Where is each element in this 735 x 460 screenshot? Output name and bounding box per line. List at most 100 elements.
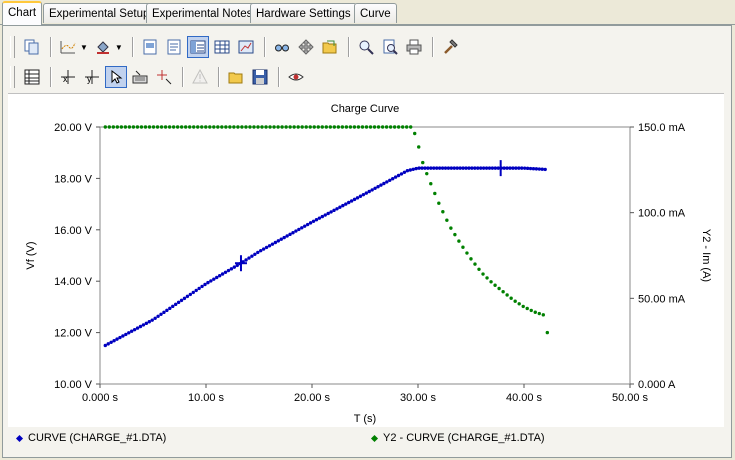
series1-point (144, 321, 149, 326)
save-icon[interactable] (249, 66, 271, 88)
table-icon[interactable] (21, 66, 43, 88)
warning-icon[interactable] (189, 66, 211, 88)
series1-point (118, 335, 122, 340)
data-table-icon[interactable] (186, 36, 209, 58)
series1-point (212, 277, 216, 281)
series2-point (204, 125, 208, 129)
series1-point (121, 334, 125, 338)
y2-tick-label: 150.0 mA (638, 122, 686, 134)
chart-svg[interactable]: Charge Curve 10.00 V 12.00 V 14.00 V 16.00 V… (8, 94, 724, 427)
series1-point (168, 306, 172, 311)
series1-point (182, 296, 187, 301)
series1-point (417, 166, 421, 170)
series1-point (423, 166, 427, 170)
tab-curve[interactable]: Curve (354, 3, 397, 23)
cursor-x-icon[interactable]: x (57, 66, 79, 88)
toolbar-separator (182, 67, 184, 87)
series1-point (467, 166, 471, 170)
series2-point (501, 290, 505, 294)
zoom-icon[interactable] (355, 36, 377, 58)
series1-point (347, 200, 351, 205)
series1-point (411, 167, 415, 171)
series2-point (441, 210, 445, 214)
series1-point (165, 308, 169, 313)
series2-point (171, 125, 176, 129)
open-folder-icon[interactable] (319, 36, 341, 58)
series2-point (388, 125, 393, 129)
series2-point (228, 125, 232, 129)
glasses-icon[interactable] (271, 36, 293, 58)
series2-point (352, 125, 357, 129)
series1-point (376, 185, 380, 189)
series1-point (276, 239, 281, 243)
series2-point (433, 191, 437, 196)
eye-icon[interactable] (285, 66, 307, 88)
series1-point (385, 180, 389, 184)
chevron-down-icon[interactable]: ▼ (80, 43, 88, 52)
y-axis-label: Vf (V) (25, 241, 37, 269)
series1-point (109, 340, 113, 344)
series2-point (179, 125, 184, 129)
series2-point (244, 125, 248, 129)
move-icon[interactable] (295, 36, 317, 58)
series2-point (537, 311, 541, 316)
toolbar-grip[interactable] (10, 66, 15, 88)
legend-label: CURVE (CHARGE_#1.DTA) (28, 432, 167, 444)
hammer-icon[interactable] (439, 36, 461, 58)
y2-tick-label: 50.00 mA (638, 293, 686, 305)
pointer-select-icon[interactable] (105, 66, 127, 88)
series2-point (135, 125, 140, 129)
series1-point (300, 226, 304, 230)
series1-point (543, 167, 547, 172)
series1-point (432, 166, 436, 170)
series2-point (497, 286, 501, 291)
series-style-icon[interactable] (57, 36, 79, 58)
x-tick-label: 0.000 s (82, 392, 119, 404)
y2-tick-label: 0.000 A (638, 379, 676, 391)
cursor-y-icon[interactable]: y (81, 66, 103, 88)
chevron-down-icon[interactable]: ▼ (115, 43, 123, 52)
open-file-icon[interactable] (225, 66, 247, 88)
print-preview-icon[interactable] (163, 36, 185, 58)
series1-point (382, 181, 386, 186)
crosshair-icon[interactable] (153, 66, 175, 88)
series2-point (220, 125, 224, 129)
series2-point (533, 310, 537, 314)
series1-point (478, 166, 483, 170)
tab-hardware-settings[interactable]: Hardware Settings (250, 3, 357, 23)
fill-color-icon[interactable] (92, 36, 114, 58)
series2-point (453, 232, 457, 237)
grid-icon[interactable] (211, 36, 233, 58)
tab-chart[interactable]: Chart (2, 1, 43, 25)
series2-point (131, 125, 136, 129)
series1-point (429, 166, 433, 170)
x-tick-label: 30.00 s (400, 392, 437, 404)
series1-point (206, 280, 210, 285)
tab-experimental-notes[interactable]: Experimental Notes (146, 3, 259, 23)
series1-point (103, 343, 108, 348)
page-view-icon[interactable] (139, 36, 161, 58)
series1-point (528, 166, 533, 171)
chart-view-icon[interactable] (235, 36, 257, 58)
series2-point (292, 125, 296, 129)
series1-point (291, 230, 295, 235)
series2-point (376, 125, 381, 129)
toolbar-separator (278, 67, 280, 87)
series1-point (446, 166, 451, 170)
chart-area[interactable]: Charge Curve 10.00 V 12.00 V 14.00 V 16.00 V… (8, 93, 724, 427)
series1-point (525, 166, 530, 171)
toolbar-grip[interactable] (10, 36, 15, 58)
series1-point (443, 166, 448, 170)
keyboard-icon[interactable] (129, 66, 151, 88)
tab-experimental-setup[interactable]: Experimental Setup (43, 3, 156, 23)
copy-icon[interactable] (21, 36, 43, 58)
series2-point (155, 125, 160, 129)
print-icon[interactable] (403, 36, 425, 58)
series1-point (279, 237, 283, 241)
series2-point (340, 125, 345, 129)
series2-point (445, 218, 449, 222)
series2-point (304, 125, 308, 129)
zoom-page-icon[interactable] (379, 36, 401, 58)
series2-point (489, 280, 493, 284)
series1-point (305, 222, 310, 227)
